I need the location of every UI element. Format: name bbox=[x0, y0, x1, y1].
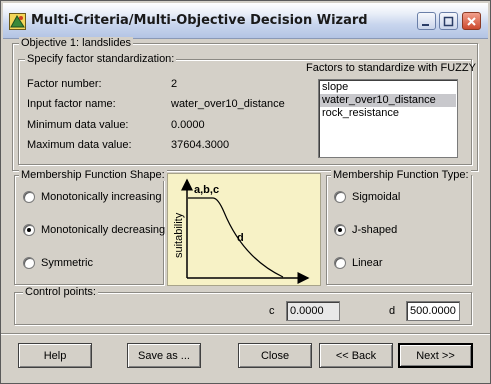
minimum-value-label: Minimum data value: bbox=[27, 119, 129, 131]
diagram-y-label: suitability bbox=[173, 212, 185, 258]
separator bbox=[1, 333, 490, 335]
list-item[interactable]: slope bbox=[320, 81, 456, 94]
type-option-linear[interactable]: Linear bbox=[334, 257, 383, 269]
type-option-label: Sigmoidal bbox=[352, 191, 401, 203]
list-item-selected[interactable]: water_over10_distance bbox=[320, 94, 456, 107]
membership-function-diagram: suitability a,b,c d bbox=[167, 173, 321, 286]
radio-icon[interactable] bbox=[334, 257, 346, 269]
radio-icon-selected[interactable] bbox=[23, 224, 35, 236]
input-factor-name-label: Input factor name: bbox=[27, 98, 116, 110]
help-button[interactable]: Help bbox=[18, 343, 92, 368]
control-point-d-label: d bbox=[389, 305, 396, 317]
factor-number-label: Factor number: bbox=[27, 78, 102, 90]
minimize-button[interactable] bbox=[417, 12, 436, 30]
radio-icon[interactable] bbox=[334, 191, 346, 203]
shape-option-label: Symmetric bbox=[41, 257, 93, 269]
type-option-j-shaped[interactable]: J-shaped bbox=[334, 224, 397, 236]
j-shaped-decreasing-curve-diagram: suitability a,b,c d bbox=[173, 178, 310, 284]
type-option-sigmoidal[interactable]: Sigmoidal bbox=[334, 191, 400, 203]
type-option-label: Linear bbox=[352, 257, 383, 269]
input-factor-name-value: water_over10_distance bbox=[171, 98, 285, 110]
maximum-value: 37604.3000 bbox=[171, 139, 230, 151]
shape-option-label: Monotonically increasing bbox=[41, 191, 162, 203]
minimum-value: 0.0000 bbox=[171, 119, 205, 131]
title-bar[interactable]: Multi-Criteria/Multi-Objective Decision … bbox=[3, 3, 488, 39]
shape-option-symmetric[interactable]: Symmetric bbox=[23, 257, 93, 269]
close-window-button[interactable] bbox=[462, 12, 481, 30]
radio-icon[interactable] bbox=[23, 191, 35, 203]
maximize-icon bbox=[443, 16, 454, 26]
next-button[interactable]: Next >> bbox=[398, 343, 473, 368]
control-points-group: Control points: bbox=[14, 286, 472, 325]
control-points-legend: Control points: bbox=[23, 286, 98, 298]
factor-number-value: 2 bbox=[171, 78, 178, 90]
close-button[interactable]: Close bbox=[238, 343, 312, 368]
diagram-label-abc: a,b,c bbox=[194, 184, 219, 196]
maximize-button[interactable] bbox=[439, 12, 458, 30]
standardization-legend: Specify factor standardization: bbox=[25, 53, 177, 65]
back-button[interactable]: << Back bbox=[319, 343, 393, 368]
type-option-label: J-shaped bbox=[352, 224, 398, 236]
shape-option-decreasing[interactable]: Monotonically decreasing bbox=[23, 224, 165, 236]
save-as-button[interactable]: Save as ... bbox=[127, 343, 201, 368]
minimize-icon bbox=[422, 23, 429, 26]
app-icon bbox=[9, 13, 26, 30]
factors-list-title: Factors to standardize with FUZZY bbox=[306, 62, 476, 74]
radio-icon-selected[interactable] bbox=[334, 224, 346, 236]
type-legend: Membership Function Type: bbox=[331, 169, 471, 181]
shape-option-label: Monotonically decreasing bbox=[41, 224, 166, 236]
window-title: Multi-Criteria/Multi-Objective Decision … bbox=[31, 13, 368, 28]
control-point-c-label: c bbox=[269, 305, 275, 317]
factors-listbox[interactable]: slope water_over10_distance rock_resista… bbox=[318, 79, 458, 158]
shape-legend: Membership Function Shape: bbox=[19, 169, 167, 181]
shape-option-increasing[interactable]: Monotonically increasing bbox=[23, 191, 161, 203]
maximum-value-label: Maximum data value: bbox=[27, 139, 132, 151]
control-point-d-input[interactable]: 500.0000 bbox=[406, 301, 460, 321]
control-point-c-input[interactable]: 0.0000 bbox=[286, 301, 340, 321]
wizard-window: Multi-Criteria/Multi-Objective Decision … bbox=[0, 0, 491, 384]
radio-icon[interactable] bbox=[23, 257, 35, 269]
diagram-membership-curve bbox=[188, 197, 284, 278]
objective-label: Objective 1: landslides bbox=[19, 37, 134, 49]
close-icon bbox=[467, 16, 476, 26]
diagram-label-d: d bbox=[237, 232, 244, 244]
list-item[interactable]: rock_resistance bbox=[320, 107, 456, 120]
